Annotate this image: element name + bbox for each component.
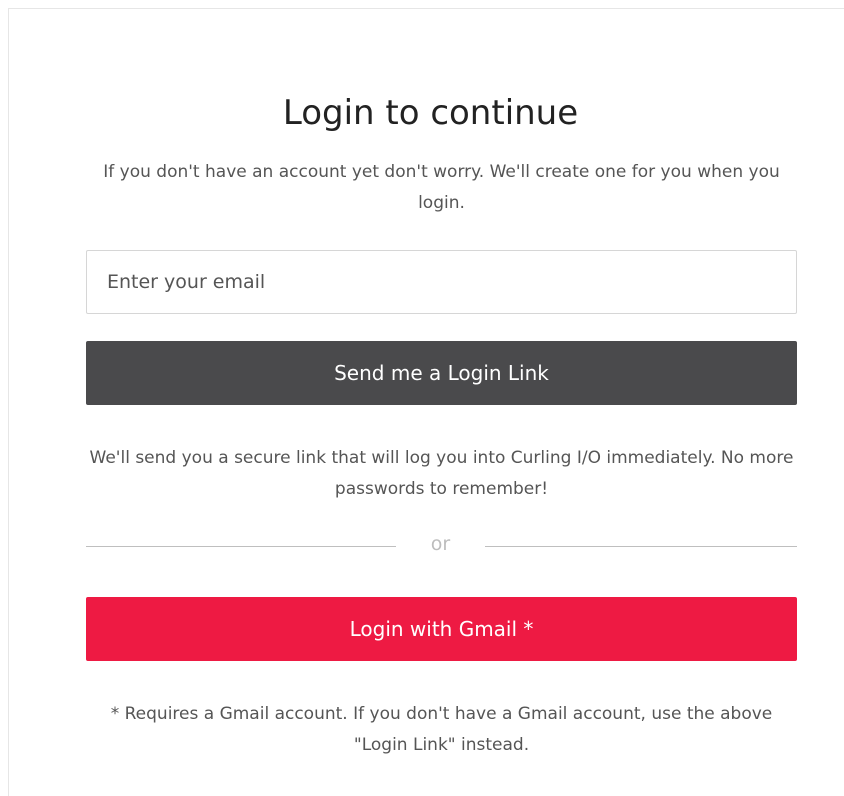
gmail-requirement-note: * Requires a Gmail account. If you don't… bbox=[110, 704, 773, 755]
login-with-gmail-button[interactable]: Login with Gmail * bbox=[86, 597, 797, 661]
page-title: Login to continue bbox=[282, 93, 579, 133]
divider-or: or bbox=[430, 533, 451, 555]
divider-line-left bbox=[86, 546, 396, 547]
divider-line-right bbox=[485, 546, 797, 547]
login-link-info: We'll send you a secure link that will l… bbox=[89, 448, 794, 499]
email-input[interactable] bbox=[86, 250, 797, 314]
login-card: Login to continue If you don't have an a… bbox=[8, 8, 844, 796]
send-login-link-button[interactable]: Send me a Login Link bbox=[86, 341, 797, 405]
login-subtitle: If you don't have an account yet don't w… bbox=[103, 162, 780, 213]
